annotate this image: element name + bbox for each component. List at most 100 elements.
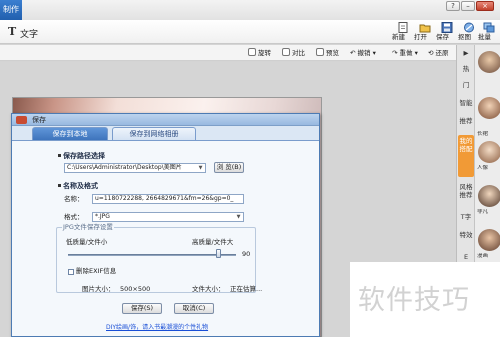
redo-dropdown-icon[interactable]: ▾ <box>413 49 418 57</box>
image-size-value: 500×500 <box>120 285 151 293</box>
open-button-label: 打开 <box>414 33 427 41</box>
side-tab-effects[interactable]: 特效 <box>458 229 474 239</box>
save-button-label: 保存 <box>436 33 449 41</box>
save-confirm-button[interactable]: 保存(S) <box>122 303 162 314</box>
side-tab-hot-2[interactable]: 门 <box>458 79 474 89</box>
save-path-select[interactable]: C:\Users\Administrator\Desktop\美图片 ▼ <box>64 163 206 173</box>
undo-button[interactable]: ↶ 撤销 ▾ <box>350 48 376 59</box>
restore-button[interactable]: ⟲ 还原 <box>428 48 449 59</box>
compare-button[interactable]: 对比 <box>282 48 305 59</box>
rotate-label: 旋转 <box>258 49 271 57</box>
new-file-icon <box>398 22 408 33</box>
open-button[interactable]: 打开 <box>414 22 436 42</box>
quality-slider-track[interactable] <box>68 254 236 256</box>
help-button[interactable]: ? <box>446 1 460 11</box>
jpg-quality-group <box>56 227 256 293</box>
title-bar: 制作 ? – × <box>0 0 500 20</box>
path-section-heading: 保存路径选择 <box>58 151 105 161</box>
dialog-tab-strip: 保存到本地 保存到网络相册 <box>12 126 319 140</box>
side-tab-e[interactable]: E <box>458 251 474 261</box>
side-tab-recommend[interactable]: 推荐 <box>458 115 474 125</box>
edit-toolbar: 旋转 对比 预览 ↶ 撤销 ▾ ↷ 重做 ▾ ⟲ 还原 <box>0 45 456 61</box>
preview-label: 预览 <box>326 49 339 57</box>
quality-value: 90 <box>242 250 251 258</box>
image-size-label: 图片大小： <box>82 285 115 293</box>
main-toolbar: T 文字 新建 打开 保存 抠图 批量 <box>0 20 500 44</box>
name-section-title: 名称及格式 <box>63 182 98 190</box>
minimize-button[interactable]: – <box>461 1 475 11</box>
material-thumbnail[interactable] <box>478 51 500 73</box>
text-tool-icon[interactable]: T <box>8 25 16 38</box>
side-tab-hot-1[interactable]: 热 <box>458 63 474 73</box>
close-button[interactable]: × <box>476 1 494 11</box>
material-thumbnail[interactable] <box>478 229 500 251</box>
save-path-value: C:\Users\Administrator\Desktop\美图片 <box>67 164 182 171</box>
side-tab-text[interactable]: T字 <box>458 211 474 221</box>
preview-button[interactable]: 预览 <box>316 48 339 59</box>
name-section-heading: 名称及格式 <box>58 181 98 191</box>
remove-exif-checkbox[interactable] <box>68 269 74 275</box>
dialog-title-bar[interactable]: 保存 <box>12 114 319 126</box>
restore-icon: ⟲ <box>428 49 436 57</box>
side-panel-toggle-icon[interactable]: ▶ <box>458 47 474 57</box>
watermark-text: 软件技巧 <box>358 285 470 316</box>
chevron-down-icon: ▼ <box>198 165 203 171</box>
save-disk-icon <box>441 22 453 33</box>
side-tab-style[interactable]: 风格推荐 <box>458 181 474 199</box>
restore-label: 还原 <box>435 49 449 57</box>
preview-icon <box>316 48 324 56</box>
new-button-label: 新建 <box>392 33 405 41</box>
cutout-button[interactable]: 抠图 <box>458 22 480 42</box>
bullet-icon <box>58 154 61 157</box>
format-select[interactable]: *.JPG ▼ <box>92 212 244 222</box>
redo-button[interactable]: ↷ 重做 ▾ <box>392 48 418 59</box>
save-button[interactable]: 保存 <box>436 22 458 42</box>
undo-dropdown-icon[interactable]: ▾ <box>371 49 376 57</box>
rotate-button[interactable]: 旋转 <box>248 48 271 59</box>
cutout-button-label: 抠图 <box>458 33 471 41</box>
cutout-icon <box>464 22 474 33</box>
quality-low-label: 低质量/文件小 <box>66 238 108 246</box>
batch-button[interactable]: 批量 <box>478 22 500 42</box>
quality-slider-thumb[interactable] <box>216 249 222 258</box>
format-value: *.JPG <box>95 213 110 220</box>
material-thumbnail[interactable] <box>478 141 500 163</box>
file-size-value: 正在估算... <box>230 285 263 293</box>
batch-button-label: 批量 <box>478 33 491 41</box>
app-tab[interactable]: 制作 <box>0 0 22 20</box>
bullet-icon <box>58 184 61 187</box>
dialog-body: 保存路径选择 C:\Users\Administrator\Desktop\美图… <box>12 140 319 336</box>
chevron-down-icon: ▼ <box>236 214 241 220</box>
tab-save-online[interactable]: 保存到网络相册 <box>112 127 196 140</box>
rotate-icon <box>248 48 256 56</box>
redo-icon: ↷ <box>392 49 400 57</box>
promo-link[interactable]: DIY绘画/饰，请入书最潮漫的个性礼物 <box>106 322 208 331</box>
compare-label: 对比 <box>292 49 305 57</box>
name-label: 名称： <box>64 195 84 203</box>
file-name-input[interactable]: u=1180722288, 2664829671&fm=26&gp=0_ <box>92 194 244 204</box>
side-tab-smart[interactable]: 智能 <box>458 97 474 107</box>
path-section-title: 保存路径选择 <box>63 152 105 160</box>
batch-icon <box>483 22 495 33</box>
format-label: 格式： <box>64 213 84 221</box>
material-thumbnail[interactable] <box>478 185 500 207</box>
tab-save-local[interactable]: 保存到本地 <box>32 127 108 140</box>
thumbnail-label: 漫画 <box>477 253 489 259</box>
app-logo-icon <box>16 116 27 124</box>
remove-exif-label: 删除EXIF信息 <box>76 267 117 275</box>
jpg-quality-group-title: JPG文件保存设置 <box>62 223 114 232</box>
browse-button[interactable]: 浏 览(B) <box>214 162 244 173</box>
redo-label: 重做 <box>399 49 413 57</box>
new-button[interactable]: 新建 <box>392 22 414 42</box>
save-dialog: 保存 保存到本地 保存到网络相册 保存路径选择 C:\Users\Adminis… <box>11 113 320 337</box>
thumbnail-label: 人像 <box>477 165 489 171</box>
compare-icon <box>282 48 290 56</box>
file-size-label: 文件大小： <box>192 285 225 293</box>
cancel-button[interactable]: 取消(C) <box>174 303 214 314</box>
material-thumbnail[interactable] <box>478 97 500 119</box>
undo-label: 撤销 <box>357 49 371 57</box>
thumbnail-label: 非凡 <box>477 209 489 215</box>
undo-icon: ↶ <box>350 49 358 57</box>
side-tab-my-match[interactable]: 我的搭配 <box>458 135 474 177</box>
text-tool-label[interactable]: 文字 <box>20 27 38 40</box>
